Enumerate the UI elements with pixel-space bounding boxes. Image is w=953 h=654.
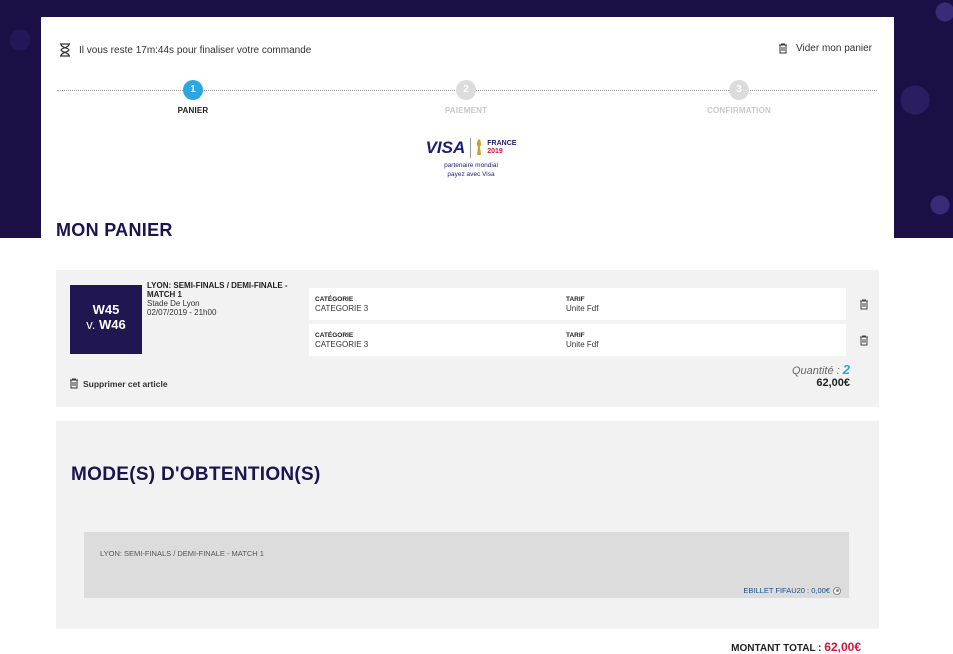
- france-2019-logo: FRANCE 2019: [487, 140, 517, 155]
- tarif-label: TARIF: [566, 332, 585, 339]
- total-label: MONTANT TOTAL :: [731, 643, 822, 654]
- delete-ticket-icon[interactable]: [859, 335, 869, 346]
- timer-text: Il vous reste 17m:44s pour finaliser vot…: [79, 44, 312, 56]
- step-number: 1: [183, 80, 203, 100]
- ticket-row: CATÉGORIE CATEGORIE 3 TARIF Unite Fdf: [309, 288, 846, 320]
- match-datetime: 02/07/2019 - 21h00: [147, 308, 217, 317]
- delete-ticket-icon[interactable]: [859, 299, 869, 310]
- ticket-row: CATÉGORIE CATEGORIE 3 TARIF Unite Fdf: [309, 324, 846, 356]
- quantity-value: 2: [842, 362, 850, 377]
- category-value: CATEGORIE 3: [315, 340, 369, 349]
- match-name: LYON: SEMI-FINALS / DEMI-FINALE - MATCH …: [147, 281, 288, 299]
- world-cup-trophy-icon: [477, 139, 482, 155]
- step-label: CONFIRMATION: [706, 106, 772, 115]
- empty-cart-label: Vider mon panier: [796, 43, 872, 54]
- checkout-stepper: 1 PANIER 2 PAIEMENT 3 CONFIRMATION: [57, 80, 877, 120]
- ebillet-radio[interactable]: [833, 586, 841, 595]
- sponsor-line-2: payez avec Visa: [447, 171, 495, 178]
- visa-sponsor: VISA FRANCE 2019 partenaire mondial paye…: [421, 138, 521, 179]
- tarif-value: Unite Fdf: [566, 304, 599, 313]
- step-label: PAIEMENT: [444, 106, 488, 115]
- delivery-title: MODE(S) D'OBTENTION(S): [71, 464, 321, 485]
- step-panier: 1 PANIER: [133, 80, 253, 115]
- countdown-timer: Il vous reste 17m:44s pour finaliser vot…: [59, 43, 311, 57]
- trash-icon: [779, 43, 788, 54]
- delivery-section: MODE(S) D'OBTENTION(S) LYON: SEMI-FINALS…: [56, 421, 879, 629]
- match-venue: Stade De Lyon: [147, 299, 200, 308]
- step-label: PANIER: [177, 106, 209, 115]
- step-number: 2: [456, 80, 476, 100]
- visa-logo: VISA: [425, 138, 466, 157]
- ebillet-option[interactable]: EBILLET FIFAU20 : 0,00€: [743, 586, 841, 595]
- ebillet-label: EBILLET FIFAU20 : 0,00€: [743, 586, 830, 595]
- checkout-header-card: Il vous reste 17m:44s pour finaliser vot…: [41, 17, 894, 238]
- delivery-option-box: LYON: SEMI-FINALS / DEMI-FINALE - MATCH …: [84, 532, 849, 598]
- remove-item-button[interactable]: Supprimer cet article: [69, 378, 168, 389]
- tarif-value: Unite Fdf: [566, 340, 599, 349]
- match-info: LYON: SEMI-FINALS / DEMI-FINALE - MATCH …: [147, 281, 292, 317]
- step-confirmation: 3 CONFIRMATION: [679, 80, 799, 115]
- step-number: 3: [729, 80, 749, 100]
- order-total: MONTANT TOTAL : 62,00€: [731, 640, 861, 654]
- category-value: CATEGORIE 3: [315, 304, 369, 313]
- cart-item: W45 v. W46 LYON: SEMI-FINALS / DEMI-FINA…: [56, 270, 879, 407]
- page-title: MON PANIER: [56, 220, 173, 240]
- remove-item-label: Supprimer cet article: [83, 378, 168, 389]
- trash-icon: [70, 378, 78, 389]
- quantity-label: Quantité :: [792, 365, 840, 377]
- match-thumbnail: W45 v. W46: [70, 285, 142, 354]
- category-label: CATÉGORIE: [315, 332, 354, 339]
- category-label: CATÉGORIE: [315, 296, 354, 303]
- total-value: 62,00€: [824, 640, 861, 654]
- empty-cart-button[interactable]: Vider mon panier: [778, 43, 872, 54]
- quantity-summary: Quantité : 2 62,00€: [792, 362, 850, 389]
- sponsor-line-1: partenaire mondial: [444, 162, 498, 169]
- delivery-match: LYON: SEMI-FINALS / DEMI-FINALE - MATCH …: [100, 549, 264, 558]
- step-paiement: 2 PAIEMENT: [406, 80, 526, 115]
- item-price: 62,00€: [816, 377, 850, 389]
- hourglass-icon: [60, 43, 70, 57]
- tarif-label: TARIF: [566, 296, 585, 303]
